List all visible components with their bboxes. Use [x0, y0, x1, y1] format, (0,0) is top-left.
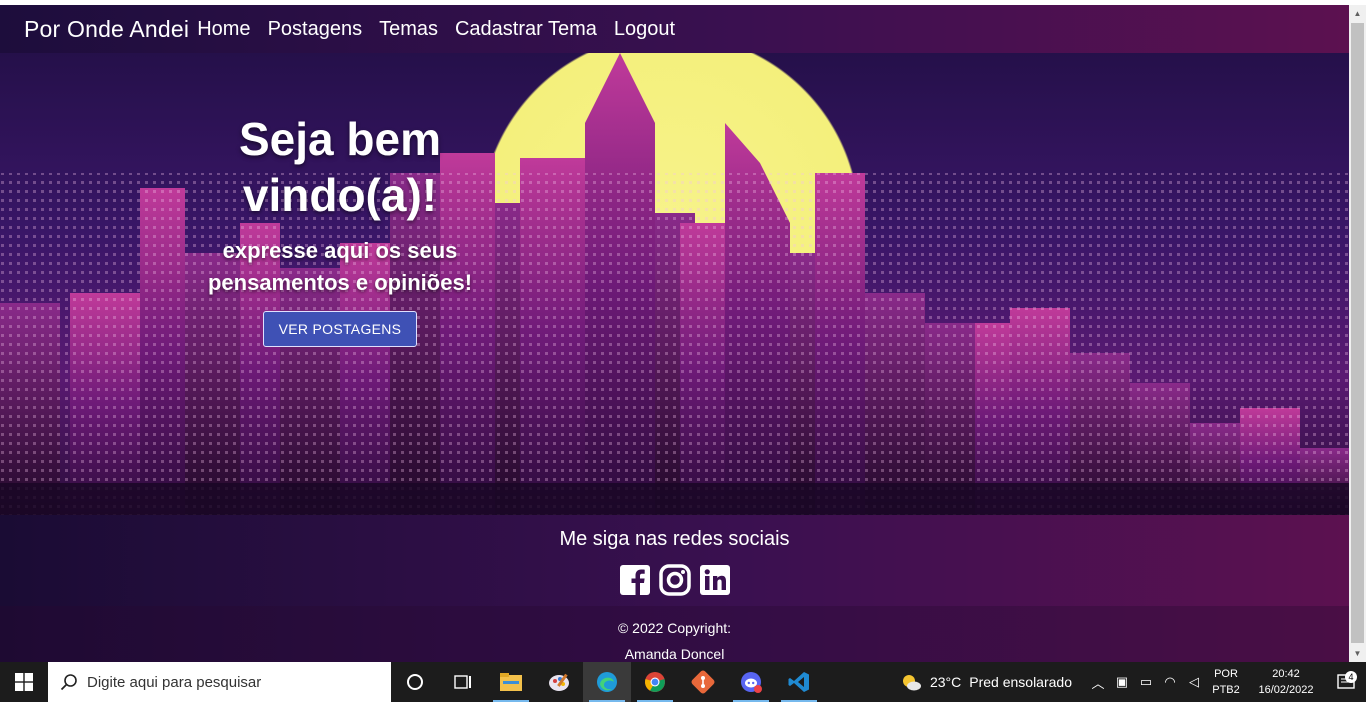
facebook-icon[interactable] [618, 563, 652, 597]
footer-copyright-bar: © 2022 Copyright: Amanda Doncel [0, 606, 1349, 662]
scroll-thumb[interactable] [1351, 23, 1364, 643]
clock-date: 16/02/2022 [1258, 684, 1314, 696]
scroll-up-arrow-icon[interactable]: ▲ [1349, 5, 1366, 22]
hero-subtitle: expresse aqui os seus pensamentos e opin… [170, 235, 510, 299]
notification-center-icon[interactable]: 4 [1326, 671, 1366, 691]
copyright-line1: © 2022 Copyright: [617, 620, 732, 636]
task-view-icon[interactable] [439, 662, 487, 702]
page-viewport: Por Onde Andei Home Postagens Temas Cada… [0, 5, 1349, 662]
search-icon [60, 674, 77, 691]
volume-icon[interactable]: ◁ [1182, 674, 1206, 690]
battery-icon[interactable]: ▭ [1134, 674, 1158, 690]
wifi-icon[interactable]: ◠ [1158, 674, 1182, 690]
hero-title: Seja bem vindo(a)! [170, 111, 510, 223]
instagram-icon[interactable] [658, 563, 692, 597]
linkedin-icon[interactable] [698, 563, 732, 597]
hero-subtitle-line1: expresse aqui os seus [222, 238, 458, 263]
git-icon[interactable] [679, 662, 727, 702]
file-explorer-icon[interactable] [487, 662, 535, 702]
copyright-author[interactable]: Amanda Doncel [0, 641, 1349, 662]
footer: Me siga nas redes sociais © 2022 Copyrig… [0, 515, 1349, 662]
copyright-text: © 2022 Copyright: Amanda Doncel [0, 615, 1349, 662]
input-language[interactable]: POR PTB2 [1206, 666, 1246, 698]
taskbar-search-input[interactable]: Digite aqui para pesquisar [48, 662, 391, 702]
vertical-scrollbar[interactable]: ▲ ▼ [1349, 5, 1366, 662]
search-placeholder: Digite aqui para pesquisar [87, 673, 262, 691]
discord-icon[interactable] [727, 662, 775, 702]
weather-temperature: 23°C [929, 674, 962, 690]
keyboard-layout: PTB2 [1212, 684, 1240, 696]
hero-banner: Seja bem vindo(a)! expresse aqui os seus… [0, 53, 1349, 515]
chrome-icon[interactable] [631, 662, 679, 702]
meet-now-icon[interactable]: ▣ [1110, 674, 1134, 690]
brand-logo-text[interactable]: Por Onde Andei [24, 16, 189, 43]
weather-description: Pred ensolarado [969, 674, 1072, 690]
scroll-down-arrow-icon[interactable]: ▼ [1349, 645, 1366, 662]
nav-link-postagens[interactable]: Postagens [268, 18, 363, 41]
ver-postagens-button[interactable]: VER POSTAGENS [262, 311, 418, 347]
social-icons-row [0, 563, 1349, 597]
nav-link-temas[interactable]: Temas [379, 18, 438, 41]
hero-subtitle-line2: pensamentos e opiniões! [207, 270, 473, 295]
nav-link-logout[interactable]: Logout [614, 18, 675, 41]
hero-title-line1: Seja bem [239, 113, 441, 165]
nav-link-cadastrar-tema[interactable]: Cadastrar Tema [455, 18, 597, 41]
system-clock[interactable]: 20:42 16/02/2022 [1246, 666, 1326, 698]
clock-time: 20:42 [1272, 668, 1300, 680]
vscode-icon[interactable] [775, 662, 823, 702]
windows-start-icon[interactable] [0, 662, 48, 702]
edge-icon[interactable] [583, 662, 631, 702]
chevron-up-icon[interactable]: ︿ [1086, 673, 1110, 692]
hero-text-block: Seja bem vindo(a)! expresse aqui os seus… [170, 111, 510, 347]
navbar: Por Onde Andei Home Postagens Temas Cada… [0, 5, 1349, 53]
footer-heading: Me siga nas redes sociais [559, 528, 790, 550]
cortana-icon[interactable] [391, 662, 439, 702]
paint-icon[interactable] [535, 662, 583, 702]
hero-title-line2: vindo(a)! [242, 169, 438, 221]
language-code: POR [1214, 668, 1238, 680]
system-tray: 23°C Pred ensolarado ︿ ▣ ▭ ◠ ◁ POR PTB2 … [900, 662, 1366, 702]
notification-count-badge: 4 [1345, 671, 1357, 683]
weather-widget[interactable]: 23°C Pred ensolarado [900, 672, 1072, 692]
partly-sunny-icon [902, 675, 921, 691]
nav-link-home[interactable]: Home [197, 18, 250, 41]
windows-taskbar: Digite aqui para pesquisar 23°C Pred ens… [0, 662, 1366, 702]
